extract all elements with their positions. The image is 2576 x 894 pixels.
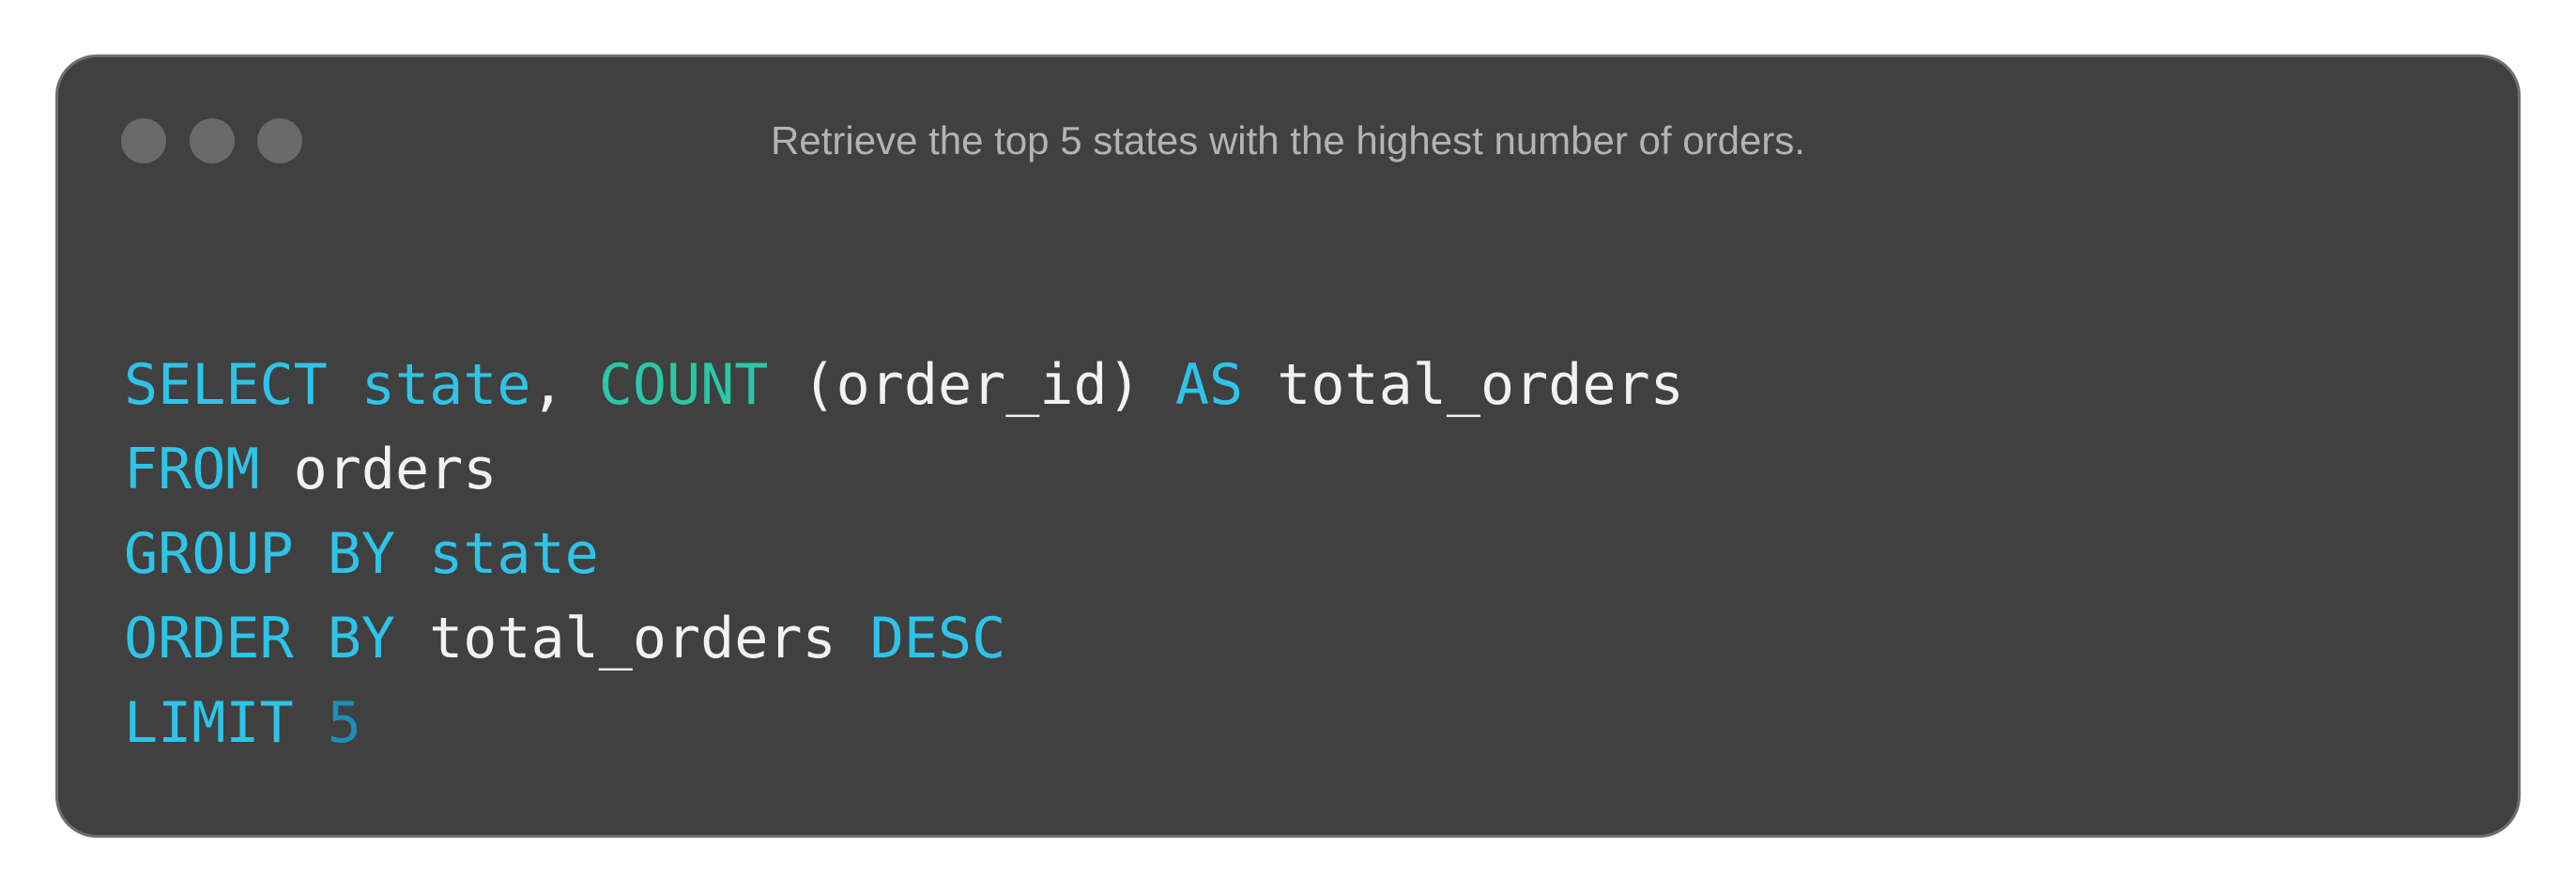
alias-total-orders: total_orders [1277, 352, 1684, 418]
table-orders: orders [293, 437, 498, 502]
code-line-1: SELECT state, COUNT (order_id) AS total_… [124, 343, 1684, 427]
code-line-4: ORDER BY total_orders DESC [124, 596, 1684, 681]
column-total-orders: total_orders [429, 606, 836, 671]
code-line-3: GROUP BY state [124, 512, 1684, 596]
keyword-order-by: ORDER BY [124, 606, 395, 671]
code-line-2: FROM orders [124, 427, 1684, 512]
keyword-group-by: GROUP BY [124, 521, 395, 587]
keyword-desc: DESC [869, 606, 1006, 671]
window-title: Retrieve the top 5 states with the highe… [771, 118, 1805, 162]
function-argument: (order_id) [802, 352, 1142, 418]
column-state: state [429, 521, 599, 587]
number-literal: 5 [327, 690, 361, 756]
code-window: Retrieve the top 5 states with the highe… [55, 54, 2521, 838]
keyword-from: FROM [124, 437, 260, 502]
function-count: COUNT [598, 352, 769, 418]
keyword-select: SELECT [124, 352, 328, 418]
column-state: state [360, 352, 531, 418]
keyword-limit: LIMIT [124, 690, 294, 756]
comma: , [530, 352, 565, 418]
code-line-5: LIMIT 5 [124, 681, 1684, 765]
keyword-as: AS [1174, 352, 1244, 418]
sql-code-block: SELECT state, COUNT (order_id) AS total_… [124, 343, 1684, 765]
